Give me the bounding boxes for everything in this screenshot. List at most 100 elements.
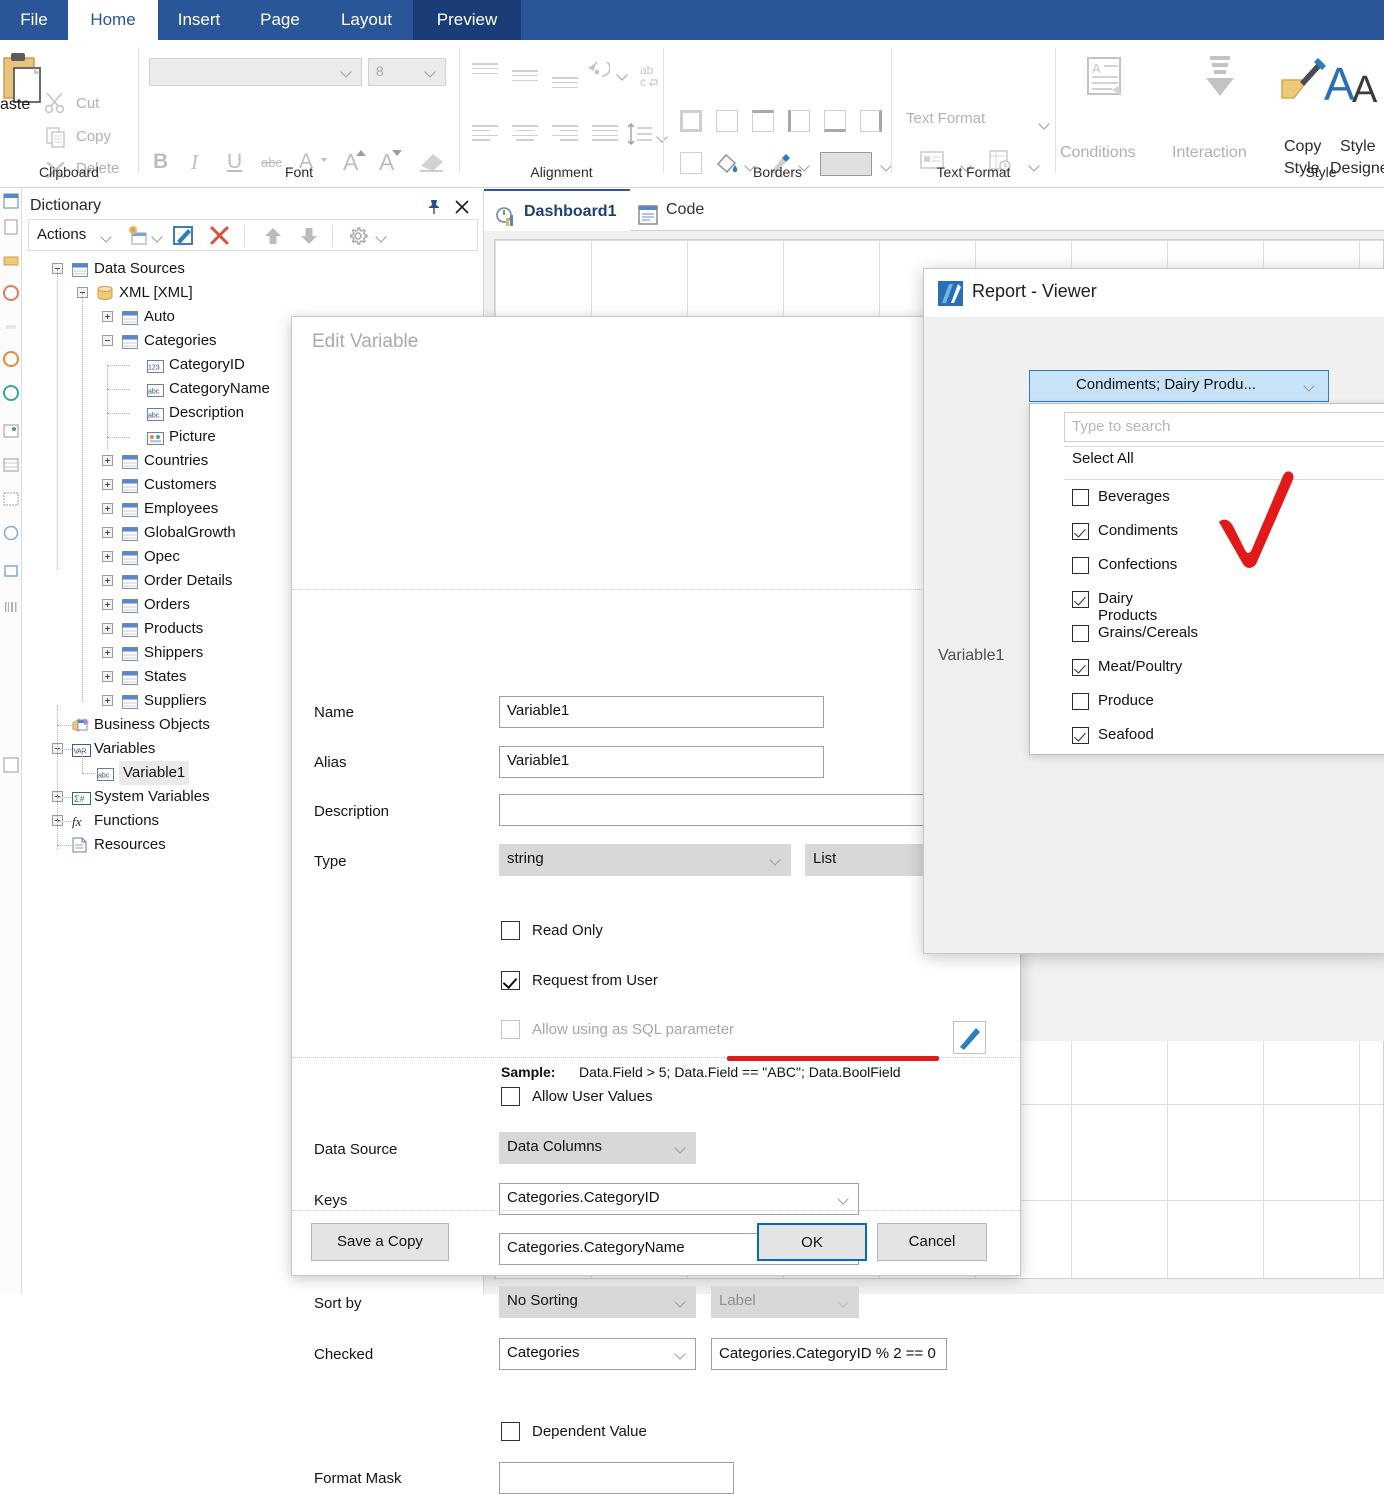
border-none-icon[interactable] [716, 110, 738, 132]
rectangle-icon[interactable] [3, 563, 19, 579]
expand-icon[interactable] [102, 695, 113, 706]
chevron-down-icon[interactable] [102, 233, 111, 242]
viewer-item-checkbox[interactable] [1072, 727, 1089, 744]
designer-tab-dashboard1[interactable]: Dashboard1 [484, 189, 631, 231]
tree-node[interactable]: Data Sources [22, 257, 484, 281]
ribbon-tab-page[interactable]: Page [240, 0, 320, 40]
paste-button-label[interactable]: aste [0, 96, 30, 114]
viewer-search-input[interactable]: Type to search [1064, 412, 1384, 442]
expression-editor-button[interactable] [953, 1021, 986, 1054]
chevron-down-icon[interactable] [618, 71, 627, 80]
wrap-text-icon[interactable]: ab c [640, 62, 664, 92]
allow-user-values-checkbox[interactable] [501, 1087, 520, 1106]
ok-button[interactable]: OK [757, 1223, 867, 1261]
border-bottom-icon[interactable] [824, 110, 846, 132]
viewer-item-checkbox[interactable] [1072, 591, 1089, 608]
blank-icon[interactable] [3, 319, 19, 335]
expand-icon[interactable] [102, 503, 113, 514]
border-left-icon[interactable] [788, 110, 810, 132]
viewer-item-checkbox[interactable] [1072, 489, 1089, 506]
chevron-down-icon[interactable] [1040, 120, 1049, 129]
expand-icon[interactable] [102, 551, 113, 562]
viewer-item-checkbox[interactable] [1072, 523, 1089, 540]
copy-style-button-line1[interactable]: Copy [1284, 138, 1321, 156]
type-combo[interactable]: string [499, 844, 791, 876]
ribbon-tab-preview[interactable]: Preview [413, 0, 521, 40]
report-icon[interactable] [3, 193, 19, 209]
border-all-icon[interactable] [680, 110, 702, 132]
data-source-combo[interactable]: Data Columns [499, 1132, 696, 1164]
checked-expression-input[interactable]: Categories.CategoryID % 2 == 0 [711, 1338, 947, 1370]
expand-icon[interactable] [102, 647, 113, 658]
collapse-icon[interactable] [102, 335, 113, 346]
ribbon-tab-file[interactable]: File [0, 0, 68, 40]
move-up-icon[interactable] [263, 227, 283, 249]
move-down-icon[interactable] [299, 227, 319, 249]
shape-circle-icon[interactable] [3, 525, 19, 541]
expand-icon[interactable] [102, 599, 113, 610]
ribbon-tab-home[interactable]: Home [68, 0, 158, 40]
align-center-icon[interactable] [512, 125, 538, 144]
ribbon-tab-insert[interactable]: Insert [158, 0, 240, 40]
table-element-icon[interactable] [3, 457, 19, 473]
band-icon[interactable] [3, 253, 19, 269]
copy-button[interactable]: Copy [76, 128, 111, 145]
new-item-icon[interactable] [127, 226, 149, 250]
ribbon-tab-layout[interactable]: Layout [320, 0, 413, 40]
request-from-user-checkbox[interactable] [501, 971, 520, 990]
delete-icon[interactable] [209, 225, 231, 251]
interaction-button[interactable]: Interaction [1172, 144, 1247, 162]
cut-button[interactable]: Cut [76, 95, 99, 112]
text-format-combo-value[interactable]: Text Format [906, 110, 985, 127]
name-input[interactable]: Variable1 [499, 696, 824, 728]
font-family-combo[interactable] [149, 58, 362, 86]
style-designer-button-line1[interactable]: Style [1340, 138, 1376, 156]
expand-icon[interactable] [102, 623, 113, 634]
page-icon[interactable] [3, 219, 19, 235]
chart-pie-icon[interactable] [3, 285, 19, 301]
viewer-variable-combo[interactable]: Condiments; Dairy Produ... [1029, 370, 1329, 402]
actions-menu-label[interactable]: Actions [37, 226, 86, 243]
tree-node[interactable]: XML [XML] [22, 281, 484, 305]
save-a-copy-button[interactable]: Save a Copy [311, 1223, 449, 1261]
progress-icon[interactable] [3, 385, 19, 401]
expand-icon[interactable] [102, 455, 113, 466]
alias-input[interactable]: Variable1 [499, 746, 824, 778]
designer-tab-code[interactable]: Code [628, 189, 718, 231]
checked-source-combo[interactable]: Categories [499, 1338, 696, 1370]
image-icon[interactable] [3, 423, 19, 439]
edit-icon[interactable] [173, 225, 195, 251]
subreport-icon[interactable] [3, 757, 19, 773]
text-rotation-icon[interactable] [584, 59, 611, 90]
viewer-item-checkbox[interactable] [1072, 693, 1089, 710]
gear-icon[interactable] [347, 225, 369, 251]
conditions-button[interactable]: Conditions [1060, 144, 1136, 162]
close-icon[interactable] [453, 198, 471, 216]
dependent-value-checkbox[interactable] [501, 1422, 520, 1441]
align-middle-icon[interactable] [512, 70, 538, 84]
viewer-item-checkbox[interactable] [1072, 625, 1089, 642]
expand-icon[interactable] [102, 479, 113, 490]
align-bottom-icon[interactable] [552, 77, 578, 91]
format-mask-input[interactable] [499, 1462, 734, 1494]
chevron-down-icon[interactable] [377, 233, 386, 242]
align-left-icon[interactable] [472, 125, 498, 144]
align-justify-icon[interactable] [592, 125, 618, 144]
pin-icon[interactable] [425, 198, 443, 216]
border-right-icon[interactable] [860, 110, 882, 132]
read-only-checkbox[interactable] [501, 921, 520, 940]
expand-icon[interactable] [102, 527, 113, 538]
chevron-down-icon[interactable] [153, 233, 162, 242]
font-size-combo[interactable]: 8 [368, 58, 446, 86]
viewer-item-checkbox[interactable] [1072, 659, 1089, 676]
expand-icon[interactable] [102, 311, 113, 322]
expand-icon[interactable] [102, 575, 113, 586]
cancel-button[interactable]: Cancel [877, 1223, 987, 1261]
gauge-icon[interactable] [3, 351, 19, 367]
panel-icon[interactable] [3, 491, 19, 507]
barcode-icon[interactable] [3, 599, 19, 615]
align-right-icon[interactable] [552, 125, 578, 144]
viewer-select-all[interactable]: Select All [1072, 450, 1134, 467]
line-spacing-icon[interactable] [626, 122, 654, 152]
border-top-icon[interactable] [752, 110, 774, 132]
